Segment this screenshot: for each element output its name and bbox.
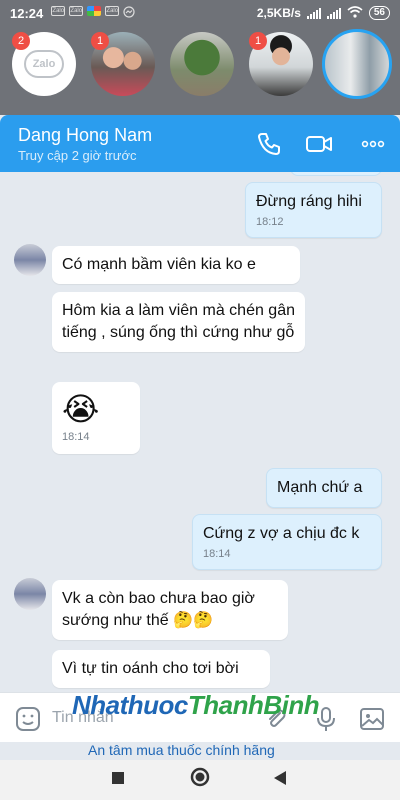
message-text: Đừng ráng hihi: [256, 193, 362, 210]
back-triangle-icon: [274, 771, 286, 785]
message-text: Vk a còn bao chưa bao giờ sướng như thế …: [62, 590, 255, 629]
message-text: Cứng z vợ a chịu đc k: [203, 525, 360, 542]
message-text: Mạnh chứ a: [277, 479, 363, 496]
message-text: Có mạnh bầm viên kia ko e: [62, 256, 256, 273]
zalo-notification-icon: Zalo: [105, 5, 120, 16]
network-speed: 2,5KB/s: [256, 6, 301, 20]
message-text: Hôm kia a làm viên mà chén gân tiếng , s…: [62, 302, 295, 341]
message-bubble-incoming[interactable]: Hôm kia a làm viên mà chén gân tiếng , s…: [52, 292, 305, 352]
zalo-logo-icon: Zalo: [24, 50, 64, 78]
status-bar: 12:24 Zalo Zalo Zalo 2,5KB/s 56: [0, 0, 400, 26]
more-dots-icon: [361, 140, 385, 148]
chat-heads-overlay: 12:24 Zalo Zalo Zalo 2,5KB/s 56 Zalo 2 1: [0, 0, 400, 115]
unread-badge: 1: [91, 32, 109, 50]
pinwheel-notification-icon: [87, 5, 102, 16]
message-time: 18:14: [62, 431, 90, 443]
crying-face-emoji-icon: 😭: [62, 391, 100, 427]
contact-avatar[interactable]: [14, 578, 46, 610]
zalo-notification-icon: Zalo: [51, 5, 66, 16]
unread-badge: 2: [12, 32, 30, 50]
status-time: 12:24: [10, 5, 44, 21]
signal-icon: [306, 7, 321, 19]
message-bubble-outgoing[interactable]: Mạnh chứ a: [266, 468, 382, 508]
message-bubble-incoming[interactable]: Có mạnh bầm viên kia ko e: [52, 246, 300, 284]
chat-head-zalo[interactable]: Zalo 2: [12, 32, 76, 96]
home-button[interactable]: [189, 766, 211, 793]
messenger-icon: [123, 5, 135, 21]
message-text: Vì tự tin oánh cho tơi bời: [62, 660, 239, 677]
chat-head-avatar-active[interactable]: [322, 29, 392, 99]
video-camera-icon: [306, 136, 332, 152]
watermark-brand-part2: ThanhBinh: [187, 690, 320, 720]
photo-button[interactable]: [358, 705, 386, 733]
chat-header: Dang Hong Nam Truy cập 2 giờ trước: [0, 115, 400, 172]
wifi-icon: [347, 5, 363, 21]
chat-head-avatar[interactable]: 1: [249, 32, 313, 96]
message-bubble-outgoing[interactable]: Đừng ráng hihi 18:12: [245, 182, 382, 238]
battery-indicator: 56: [368, 6, 390, 20]
phone-icon: [258, 133, 280, 155]
emoji-button[interactable]: [14, 705, 42, 733]
contact-name[interactable]: Dang Hong Nam: [18, 125, 152, 146]
recent-apps-button[interactable]: [110, 770, 126, 791]
home-circle-icon: [190, 767, 210, 787]
chat-head-avatar[interactable]: 1: [91, 32, 155, 96]
status-right: 2,5KB/s 56: [256, 5, 390, 21]
signal-icon: [326, 7, 341, 19]
more-options-button[interactable]: [358, 129, 388, 159]
contact-last-seen: Truy cập 2 giờ trước: [18, 148, 137, 163]
message-list[interactable]: Đừng ráng hihi 18:12 Có mạnh bầm viên ki…: [0, 172, 400, 692]
chat-head-avatar[interactable]: [170, 32, 234, 96]
message-bubble-incoming[interactable]: Vì tự tin oánh cho tơi bời: [52, 650, 270, 688]
zalo-notification-icon: Zalo: [69, 5, 84, 16]
message-bubble-sticker[interactable]: 😭 18:14: [52, 382, 140, 454]
square-icon: [112, 772, 124, 784]
previous-message-fragment: [290, 172, 382, 176]
message-time: 18:12: [256, 216, 284, 228]
watermark-tagline: An tâm mua thuốc chính hãng: [88, 742, 275, 758]
system-navigation-bar: [0, 760, 400, 800]
back-button[interactable]: [272, 769, 288, 792]
voice-call-button[interactable]: [254, 129, 284, 159]
unread-badge: 1: [249, 32, 267, 50]
chat-heads-row: Zalo 2 1 1: [0, 29, 400, 102]
notification-icons: Zalo Zalo Zalo: [51, 5, 135, 21]
message-time: 18:14: [203, 548, 231, 560]
smiley-icon: [16, 707, 40, 731]
message-bubble-outgoing[interactable]: Cứng z vợ a chịu đc k 18:14: [192, 514, 382, 570]
image-icon: [360, 708, 384, 730]
watermark-logo: NhathuocThanhBinh: [72, 690, 320, 721]
watermark-brand-part1: Nhathuoc: [72, 690, 188, 720]
video-call-button[interactable]: [304, 129, 334, 159]
contact-avatar[interactable]: [14, 244, 46, 276]
message-bubble-incoming[interactable]: Vk a còn bao chưa bao giờ sướng như thế …: [52, 580, 288, 640]
